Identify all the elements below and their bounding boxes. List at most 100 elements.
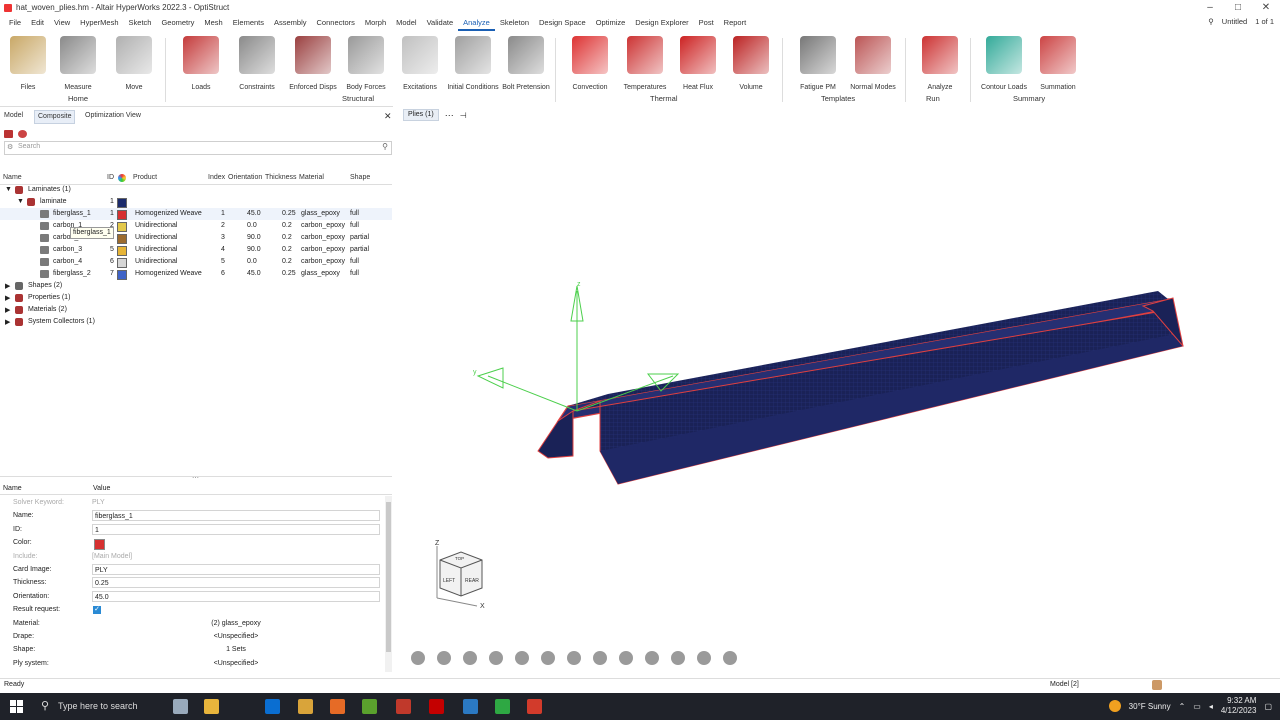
- property-value[interactable]: 0.25: [92, 577, 380, 589]
- ribbon-tool-move[interactable]: Move: [106, 36, 162, 91]
- windows-start-icon[interactable]: [10, 700, 23, 713]
- expand-icon[interactable]: ▶: [5, 318, 10, 326]
- model-name-dropdown[interactable]: Untitled: [1222, 17, 1247, 26]
- tab-optimization-view[interactable]: Optimization View: [85, 110, 141, 122]
- ribbon-group-summary[interactable]: Summary: [1013, 94, 1045, 103]
- ribbon-tool-enforced-disps[interactable]: Enforced Disps: [285, 36, 341, 91]
- ply-row[interactable]: carbon_1 2 Unidirectional 2 0.0 0.2 carbon_epo…: [0, 220, 392, 232]
- property-row[interactable]: Solver Keyword: PLY: [0, 497, 392, 510]
- ribbon-tool-convection[interactable]: Convection: [562, 36, 618, 91]
- laminate-color-swatch[interactable]: [117, 198, 127, 208]
- menu-edit[interactable]: Edit: [26, 17, 49, 31]
- axis-icon[interactable]: [645, 651, 659, 665]
- ribbon-group-home[interactable]: Home: [68, 94, 88, 103]
- weather-icon[interactable]: [1108, 700, 1121, 712]
- ribbon-group-templates[interactable]: Templates: [821, 94, 855, 103]
- ribbon-tool-measure[interactable]: Measure: [50, 36, 106, 91]
- tree-row-laminates[interactable]: ▼ Laminates (1): [0, 184, 392, 196]
- model-canvas[interactable]: z y: [393, 106, 1280, 676]
- ribbon-group-run[interactable]: Run: [926, 94, 940, 103]
- property-row[interactable]: Result request: ✓: [0, 604, 392, 617]
- close-button[interactable]: ✕: [1252, 0, 1280, 16]
- ply-color-swatch[interactable]: [117, 234, 127, 244]
- property-row[interactable]: Card Image: PLY: [0, 564, 392, 577]
- weather-text[interactable]: 30°F Sunny: [1129, 702, 1171, 711]
- pan-icon[interactable]: [463, 651, 477, 665]
- fit-icon[interactable]: [437, 651, 451, 665]
- close-panel-icon[interactable]: ✕: [384, 110, 392, 122]
- network-icon[interactable]: ▭: [1193, 702, 1201, 711]
- expand-icon[interactable]: ▶: [5, 282, 10, 290]
- search-field[interactable]: ⚙ Search ⚲: [4, 141, 392, 155]
- ribbon-tool-heat-flux[interactable]: Heat Flux: [670, 36, 726, 91]
- clock[interactable]: 9:32 AM 4/12/2023: [1221, 696, 1257, 716]
- col-thickness[interactable]: Thickness: [265, 174, 297, 181]
- col-material[interactable]: Material: [299, 174, 324, 181]
- col-shape[interactable]: Shape: [350, 174, 370, 181]
- collapse-icon[interactable]: ▼: [17, 198, 24, 205]
- task-view-icon[interactable]: [173, 699, 188, 714]
- notifications-icon[interactable]: ▢: [1264, 702, 1272, 711]
- col-id[interactable]: ID: [107, 174, 114, 181]
- hat-section-beam[interactable]: [537, 291, 1184, 485]
- ply-color-swatch[interactable]: [117, 222, 127, 232]
- property-row[interactable]: Drape: <Unspecified>: [0, 631, 392, 644]
- menu-validate[interactable]: Validate: [422, 17, 459, 31]
- ribbon-tool-loads[interactable]: Loads: [173, 36, 229, 91]
- search-icon[interactable]: ⚲: [382, 142, 388, 151]
- menu-file[interactable]: File: [4, 17, 26, 31]
- property-row[interactable]: ID: 1: [0, 523, 392, 537]
- menu-geometry[interactable]: Geometry: [156, 17, 199, 31]
- more-options-icon[interactable]: ⋯: [445, 110, 454, 121]
- tab-model[interactable]: Model: [4, 110, 23, 122]
- property-row[interactable]: Shape: 1 Sets: [0, 644, 392, 657]
- menu-morph[interactable]: Morph: [360, 17, 391, 31]
- menu-post[interactable]: Post: [694, 17, 719, 31]
- display-icon[interactable]: [697, 651, 711, 665]
- menu-analyze[interactable]: Analyze: [458, 17, 495, 31]
- ribbon-tool-volume[interactable]: Volume: [723, 36, 779, 91]
- property-value[interactable]: 1: [92, 523, 380, 535]
- ply-row[interactable]: fiberglass_2 7 Homogenized Weave 6 45.0 0.25 g…: [0, 268, 392, 280]
- menu-report[interactable]: Report: [719, 17, 752, 31]
- ribbon-tool-normal-modes[interactable]: Normal Modes: [845, 36, 901, 91]
- collector-row[interactable]: ▶ System Collectors (1): [0, 316, 392, 328]
- magnify-icon[interactable]: [671, 651, 685, 665]
- property-row[interactable]: Ply system: <Unspecified>: [0, 658, 392, 671]
- color-swatch[interactable]: [94, 539, 105, 551]
- property-row[interactable]: Thickness: 0.25: [0, 577, 392, 590]
- expand-icon[interactable]: ▶: [5, 294, 10, 302]
- property-value[interactable]: 1 Sets: [92, 644, 380, 655]
- c-app-icon[interactable]: [495, 699, 510, 714]
- pin-icon[interactable]: ⊣: [460, 111, 467, 120]
- ribbon-tool-initial-conditions[interactable]: Initial Conditions: [445, 36, 501, 91]
- menu-hypermesh[interactable]: HyperMesh: [75, 17, 123, 31]
- hypermesh-icon[interactable]: [396, 699, 411, 714]
- ribbon-tool-files[interactable]: Files: [0, 36, 56, 91]
- col-name[interactable]: Name: [3, 174, 22, 181]
- section-icon[interactable]: [593, 651, 607, 665]
- menu-design-space[interactable]: Design Space: [534, 17, 591, 31]
- laminate-filter-icon[interactable]: [4, 130, 13, 138]
- ply-color-swatch[interactable]: [117, 210, 127, 220]
- splitter-handle-icon[interactable]: ⋯: [192, 474, 199, 482]
- ribbon-tool-temperatures[interactable]: Temperatures: [617, 36, 673, 91]
- search-icon[interactable]: ⚲: [1208, 17, 1214, 26]
- s-app-icon[interactable]: [463, 699, 478, 714]
- menu-elements[interactable]: Elements: [228, 17, 269, 31]
- property-row[interactable]: Color:: [0, 537, 392, 551]
- tab-composite[interactable]: Composite: [34, 110, 76, 124]
- taskbar-search[interactable]: ⚲ Type here to search: [33, 693, 163, 720]
- property-row[interactable]: Material: (2) glass_epoxy: [0, 618, 392, 631]
- volume-icon[interactable]: ◂: [1209, 702, 1213, 711]
- view-cube[interactable]: LEFT REAR TOP Z X: [435, 538, 487, 610]
- property-row[interactable]: Orientation: 45.0: [0, 590, 392, 604]
- user-icon[interactable]: [1152, 680, 1162, 690]
- ply-color-swatch[interactable]: [117, 258, 127, 268]
- menu-sketch[interactable]: Sketch: [124, 17, 157, 31]
- menu-connectors[interactable]: Connectors: [312, 17, 360, 31]
- collector-row[interactable]: ▶ Properties (1): [0, 292, 392, 304]
- ribbon-tool-summation[interactable]: Summation: [1030, 36, 1086, 91]
- ply-row[interactable]: carbon_4 6 Unidirectional 5 0.0 0.2 carbon_epo…: [0, 256, 392, 268]
- collapse-icon[interactable]: ▼: [5, 186, 12, 193]
